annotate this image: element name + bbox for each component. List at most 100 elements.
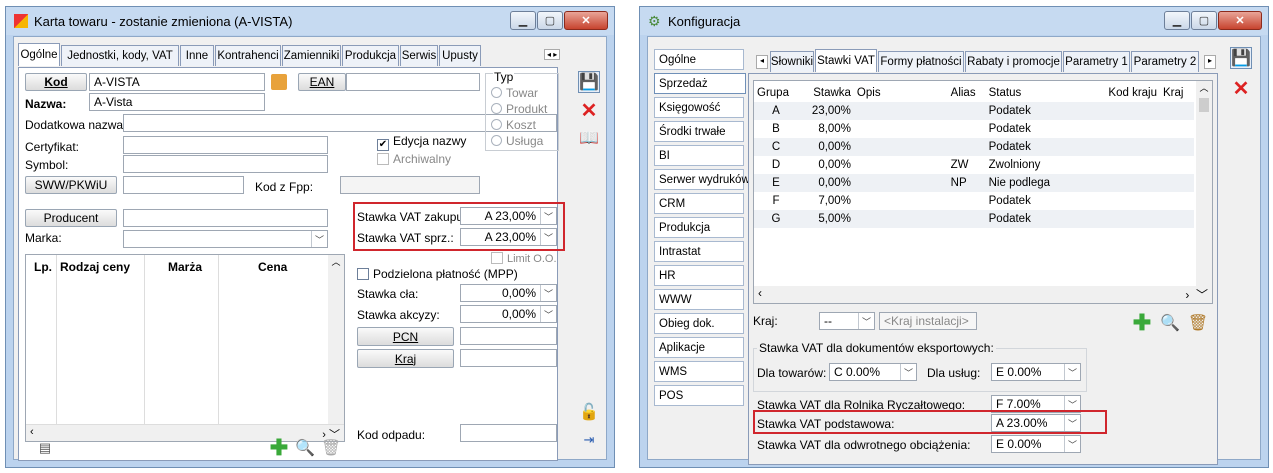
column-header[interactable]: Kraj bbox=[1160, 84, 1194, 102]
sww-button[interactable]: SWW/PKWiU bbox=[25, 176, 117, 194]
ean-button[interactable]: EAN bbox=[298, 73, 346, 91]
table-row[interactable]: D 0,00% ZW Zwolniony bbox=[754, 156, 1194, 174]
dla-uslug-select[interactable]: E 0.00% ﹀ bbox=[991, 363, 1081, 381]
certyfikat-input[interactable] bbox=[123, 136, 328, 154]
producent-button[interactable]: Producent bbox=[25, 209, 117, 227]
save-icon[interactable]: 💾 bbox=[578, 71, 600, 93]
minimize-button[interactable]: ▁ bbox=[510, 11, 536, 30]
tab-upusty[interactable]: Upusty bbox=[439, 45, 481, 66]
column-header[interactable]: Grupa bbox=[754, 84, 798, 102]
tab-stawki-vat[interactable]: Stawki VAT bbox=[815, 49, 877, 72]
table-row[interactable]: C 0,00% Podatek bbox=[754, 138, 1194, 156]
table-row[interactable]: B 8,00% Podatek bbox=[754, 120, 1194, 138]
tab-rabaty[interactable]: Rabaty i promocje bbox=[965, 51, 1062, 72]
book-icon[interactable]: 📖 bbox=[578, 127, 600, 149]
minimize-button[interactable]: ▁ bbox=[1164, 11, 1190, 30]
kraj-input[interactable] bbox=[460, 349, 557, 367]
sidebar-item-3[interactable]: Środki trwałe bbox=[654, 121, 744, 142]
table-row[interactable]: F 7,00% Podatek bbox=[754, 192, 1194, 210]
column-header[interactable]: Status bbox=[986, 84, 1106, 102]
table-row[interactable]: G 5,00% Podatek bbox=[754, 210, 1194, 228]
radio-usluga[interactable]: Usługa bbox=[491, 134, 543, 148]
close-button[interactable]: ✕ bbox=[564, 11, 608, 30]
column-header[interactable]: Stawka bbox=[798, 84, 854, 102]
pin-icon[interactable]: ⇥ bbox=[578, 429, 600, 451]
nazwa-input[interactable]: A-Vista bbox=[89, 93, 265, 111]
tab-scroll-left[interactable]: ◂ bbox=[756, 55, 768, 69]
search-icon[interactable]: 🔍 bbox=[1159, 312, 1181, 334]
pcn-button[interactable]: PCN bbox=[357, 327, 454, 346]
cancel-icon[interactable]: ✕ bbox=[578, 99, 600, 122]
column-header[interactable]: Alias bbox=[948, 84, 986, 102]
table-row[interactable]: E 0,00% NP Nie podlega bbox=[754, 174, 1194, 192]
sidebar-item-8[interactable]: Intrastat bbox=[654, 241, 744, 262]
sidebar-item-6[interactable]: CRM bbox=[654, 193, 744, 214]
stawka-cla-input[interactable]: 0,00% ﹀ bbox=[460, 284, 557, 302]
kraj-select[interactable]: -- ﹀ bbox=[819, 312, 875, 330]
kod-button[interactable]: Kod bbox=[25, 73, 87, 91]
sidebar-item-2[interactable]: Księgowość bbox=[654, 97, 744, 118]
kod-lookup-icon[interactable] bbox=[271, 74, 287, 90]
archiwalny-checkbox[interactable]: Archiwalny bbox=[377, 152, 451, 166]
delete-icon[interactable]: 🗑 bbox=[320, 437, 342, 459]
sidebar-item-10[interactable]: WWW bbox=[654, 289, 744, 310]
vertical-scrollbar[interactable]: ︿ bbox=[1196, 81, 1212, 287]
tab-serwis[interactable]: Serwis bbox=[400, 45, 438, 66]
ean-input[interactable] bbox=[346, 73, 480, 91]
tab-kontrahenci[interactable]: Kontrahenci bbox=[215, 45, 281, 66]
delete-icon[interactable]: 🗑 bbox=[1187, 312, 1209, 334]
table-row[interactable]: A 23,00% Podatek bbox=[754, 102, 1194, 120]
producent-input[interactable] bbox=[123, 209, 328, 227]
edycja-nazwy-checkbox[interactable]: ✔ Edycja nazwy bbox=[377, 134, 466, 151]
tab-jednostki[interactable]: Jednostki, kody, VAT bbox=[61, 45, 179, 66]
tab-formy-platnosci[interactable]: Formy płatności bbox=[878, 51, 964, 72]
sww-input[interactable] bbox=[123, 176, 244, 194]
pcn-input[interactable] bbox=[460, 327, 557, 345]
tab-slowniki[interactable]: Słowniki bbox=[770, 51, 814, 72]
tab-parametry1[interactable]: Parametry 1 bbox=[1063, 51, 1130, 72]
mpp-checkbox[interactable]: Podzielona płatność (MPP) bbox=[357, 267, 518, 281]
report-icon[interactable]: ▤ bbox=[34, 437, 56, 459]
maximize-button[interactable]: ▢ bbox=[1191, 11, 1217, 30]
radio-koszt[interactable]: Koszt bbox=[491, 118, 536, 132]
limit-oo-checkbox[interactable]: Limit O.O. bbox=[491, 252, 557, 265]
marka-select[interactable]: ﹀ bbox=[123, 230, 328, 248]
stawka-akcyzy-input[interactable]: 0,00% ﹀ bbox=[460, 305, 557, 323]
close-button[interactable]: ✕ bbox=[1218, 11, 1262, 30]
sidebar-item-1[interactable]: Sprzedaż bbox=[654, 73, 746, 94]
cancel-icon[interactable]: ✕ bbox=[1230, 77, 1252, 100]
maximize-button[interactable]: ▢ bbox=[537, 11, 563, 30]
sidebar-item-5[interactable]: Serwer wydruków bbox=[654, 169, 750, 190]
add-icon[interactable]: ✚ bbox=[1131, 310, 1153, 335]
sidebar-item-9[interactable]: HR bbox=[654, 265, 744, 286]
sidebar-item-14[interactable]: POS bbox=[654, 385, 744, 406]
column-header[interactable]: Kod kraju bbox=[1105, 84, 1160, 102]
sidebar-item-0[interactable]: Ogólne bbox=[654, 49, 744, 70]
sidebar-item-7[interactable]: Produkcja bbox=[654, 217, 744, 238]
tab-parametry2[interactable]: Parametry 2 bbox=[1131, 51, 1199, 72]
tab-scroll-right[interactable]: ▸ bbox=[1204, 55, 1216, 69]
sidebar-item-12[interactable]: Aplikacje bbox=[654, 337, 744, 358]
column-header[interactable]: Opis bbox=[854, 84, 948, 102]
sidebar-item-11[interactable]: Obieg dok. bbox=[654, 313, 744, 334]
search-icon[interactable]: 🔍 bbox=[294, 437, 316, 459]
horizontal-scrollbar[interactable]: ‹ › ﹀ bbox=[754, 286, 1212, 303]
tab-zamienniki[interactable]: Zamienniki bbox=[282, 45, 341, 66]
add-icon[interactable]: ✚ bbox=[268, 435, 290, 460]
tab-inne[interactable]: Inne bbox=[180, 45, 214, 66]
odwrotnego-select[interactable]: E 0.00% ﹀ bbox=[991, 435, 1081, 453]
dla-towarow-select[interactable]: C 0.00% ﹀ bbox=[829, 363, 917, 381]
tab-scroll-arrows[interactable]: ◂ ▸ bbox=[544, 49, 561, 60]
kraj-button[interactable]: Kraj bbox=[357, 349, 454, 368]
kod-input[interactable]: A-VISTA bbox=[89, 73, 265, 91]
kod-odpadu-input[interactable] bbox=[460, 424, 557, 442]
lock-icon[interactable]: 🔓 bbox=[578, 401, 600, 423]
symbol-input[interactable] bbox=[123, 155, 328, 173]
sidebar-item-13[interactable]: WMS bbox=[654, 361, 744, 382]
vertical-scrollbar[interactable]: ︿ bbox=[328, 255, 344, 425]
radio-produkt[interactable]: Produkt bbox=[491, 102, 547, 116]
save-icon[interactable]: 💾 bbox=[1230, 47, 1252, 69]
sidebar-item-4[interactable]: BI bbox=[654, 145, 744, 166]
tab-ogolne[interactable]: Ogólne bbox=[18, 43, 60, 66]
tab-produkcja[interactable]: Produkcja bbox=[342, 45, 399, 66]
